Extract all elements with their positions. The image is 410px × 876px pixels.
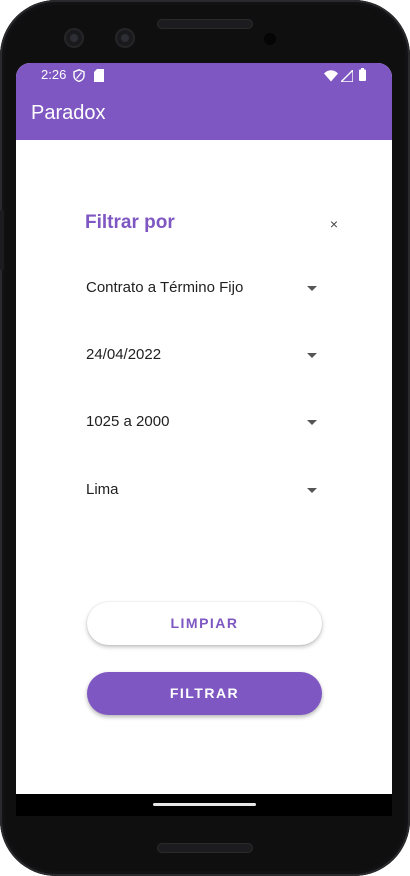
dropdown-arrow-icon: [307, 286, 317, 291]
location-value: Lima: [86, 481, 119, 498]
date-dropdown[interactable]: 24/04/2022: [85, 338, 317, 374]
front-camera-right: [115, 28, 135, 48]
sd-card-icon: [94, 69, 104, 87]
proximity-sensor: [264, 33, 276, 45]
contract-type-dropdown[interactable]: Contrato a Término Fijo: [85, 271, 317, 307]
clear-button[interactable]: LIMPIAR: [87, 602, 322, 645]
salary-range-value: 1025 a 2000: [86, 413, 170, 430]
filter-panel: Filtrar por × Contrato a Término Fijo 24…: [16, 140, 392, 794]
top-speaker: [157, 19, 253, 29]
contract-type-value: Contrato a Término Fijo: [86, 279, 244, 296]
screen: 2:26 Paradox Filtrar por × Contrato a Té…: [16, 63, 392, 816]
status-time: 2:26: [41, 67, 67, 82]
shield-icon: [73, 69, 85, 87]
close-icon[interactable]: ×: [326, 216, 342, 232]
home-gesture-bar[interactable]: [153, 803, 256, 806]
app-title: Paradox: [31, 102, 106, 124]
front-camera-left: [64, 28, 84, 48]
dropdown-arrow-icon: [307, 488, 317, 493]
salary-range-dropdown[interactable]: 1025 a 2000: [85, 405, 317, 441]
navigation-bar: [16, 794, 392, 816]
dropdown-arrow-icon: [307, 353, 317, 358]
wifi-icon: [324, 69, 338, 87]
phone-frame: 2:26 Paradox Filtrar por × Contrato a Té…: [0, 0, 410, 876]
signal-icon: [339, 68, 354, 87]
power-button: [0, 210, 4, 270]
bottom-speaker: [157, 843, 253, 853]
date-value: 24/04/2022: [86, 346, 162, 363]
dropdown-arrow-icon: [307, 420, 317, 425]
battery-icon: [359, 68, 366, 86]
app-bar: Paradox: [16, 88, 392, 140]
filter-button[interactable]: FILTRAR: [87, 672, 322, 715]
filter-title: Filtrar por: [85, 212, 175, 233]
status-bar: 2:26: [16, 63, 392, 88]
location-dropdown[interactable]: Lima: [85, 473, 317, 509]
